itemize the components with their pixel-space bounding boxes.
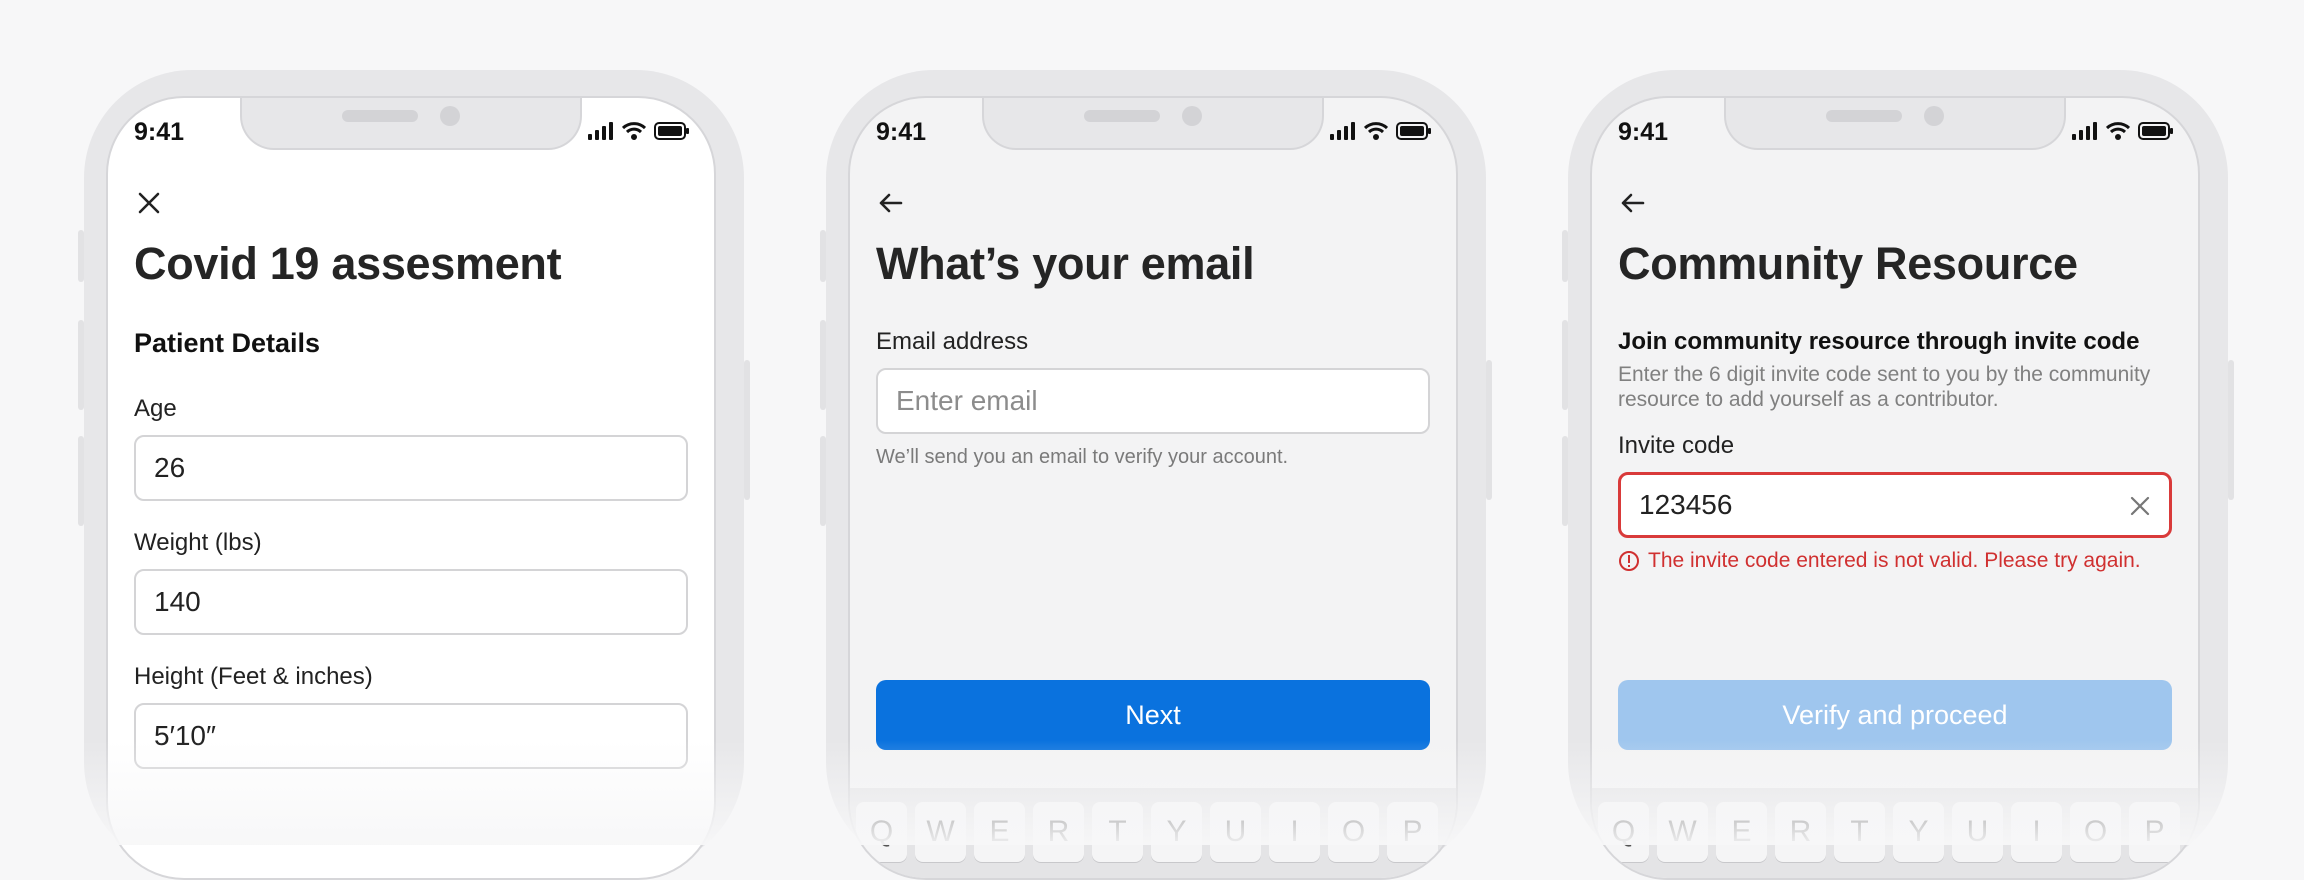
page-title: Community Resource [1618, 238, 2078, 289]
section-heading: Patient Details [134, 328, 321, 358]
key[interactable]: W [915, 802, 966, 862]
email-label: Email address [876, 328, 1029, 355]
status-icons [1330, 122, 1432, 140]
back-arrow-icon[interactable] [876, 188, 906, 218]
close-icon[interactable] [134, 188, 164, 218]
age-input[interactable]: 26 [134, 435, 688, 501]
key[interactable]: O [1328, 802, 1379, 862]
height-input[interactable]: 5′10″ [134, 703, 688, 769]
next-button[interactable]: Next [876, 680, 1430, 750]
keyboard: Q W E R T Y U I O P [1592, 788, 2198, 878]
key[interactable]: I [1269, 802, 1320, 862]
height-label: Height (Feet & inches) [134, 663, 373, 690]
signal-icon [2072, 122, 2097, 140]
error-message: The invite code entered is not valid. Pl… [1618, 548, 2172, 573]
invite-code-label: Invite code [1618, 432, 1735, 459]
key[interactable]: P [1387, 802, 1438, 862]
email-helper-text: We’ll send you an email to verify your a… [876, 446, 1289, 468]
status-time: 9:41 [876, 118, 927, 146]
key[interactable]: Y [1151, 802, 1202, 862]
phone-screen: 9:41 Covid 19 assesment Patient Details … [106, 96, 716, 880]
clear-icon[interactable] [2129, 495, 2151, 517]
key[interactable]: I [2011, 802, 2062, 862]
height-group: Height (Feet & inches) 5′10″ [134, 663, 688, 769]
status-time: 9:41 [1618, 118, 1669, 146]
page-title: Covid 19 assesment [134, 238, 562, 289]
status-time: 9:41 [134, 118, 185, 146]
invite-code-group: Invite code 123456 The invite code enter… [1618, 432, 2172, 573]
phone-screen: 9:41 What’s your email Email address Ent… [848, 96, 1458, 880]
signal-icon [588, 122, 613, 140]
phone-community-resource: 9:41 Community Resource Join community r… [1562, 70, 2234, 880]
key[interactable]: U [1952, 802, 2003, 862]
notch [982, 98, 1324, 150]
key[interactable]: O [2070, 802, 2121, 862]
age-group: Age 26 [134, 395, 688, 501]
status-icons [2072, 122, 2174, 140]
battery-icon [654, 122, 689, 140]
notch [240, 98, 582, 150]
page-title: What’s your email [876, 238, 1255, 289]
email-group: Email address Enter email We’ll send you… [876, 328, 1430, 469]
invite-code-input[interactable]: 123456 [1618, 472, 2172, 538]
weight-group: Weight (lbs) 140 [134, 529, 688, 635]
phone-email: 9:41 What’s your email Email address Ent… [820, 70, 1492, 880]
key[interactable]: Q [856, 802, 907, 862]
key[interactable]: E [974, 802, 1025, 862]
back-arrow-icon[interactable] [1618, 188, 1648, 218]
phone-covid-assessment: 9:41 Covid 19 assesment Patient Details … [78, 70, 750, 880]
battery-icon [2138, 122, 2173, 140]
battery-icon [1396, 122, 1431, 140]
status-icons [588, 122, 690, 140]
key[interactable]: E [1716, 802, 1767, 862]
key[interactable]: W [1657, 802, 1708, 862]
section-heading: Join community resource through invite c… [1618, 328, 2140, 355]
key[interactable]: R [1775, 802, 1826, 862]
key[interactable]: T [1834, 802, 1885, 862]
key[interactable]: Y [1893, 802, 1944, 862]
key[interactable]: Q [1598, 802, 1649, 862]
error-text: The invite code entered is not valid. Pl… [1648, 549, 2141, 572]
wifi-icon [622, 122, 646, 140]
age-label: Age [134, 395, 177, 422]
key[interactable]: P [2129, 802, 2180, 862]
key[interactable]: T [1092, 802, 1143, 862]
keyboard: Q W E R T Y U I O P [850, 788, 1456, 878]
key[interactable]: U [1210, 802, 1261, 862]
notch [1724, 98, 2066, 150]
phone-screen: 9:41 Community Resource Join community r… [1590, 96, 2200, 880]
wifi-icon [2106, 122, 2130, 140]
weight-input[interactable]: 140 [134, 569, 688, 635]
wifi-icon [1364, 122, 1388, 140]
error-icon [1619, 551, 1639, 571]
verify-and-proceed-button[interactable]: Verify and proceed [1618, 680, 2172, 750]
invite-code-value: 123456 [1639, 489, 1733, 520]
key[interactable]: R [1033, 802, 1084, 862]
signal-icon [1330, 122, 1355, 140]
description: Enter the 6 digit invite code sent to yo… [1618, 363, 2151, 411]
email-input[interactable]: Enter email [876, 368, 1430, 434]
weight-label: Weight (lbs) [134, 529, 262, 556]
